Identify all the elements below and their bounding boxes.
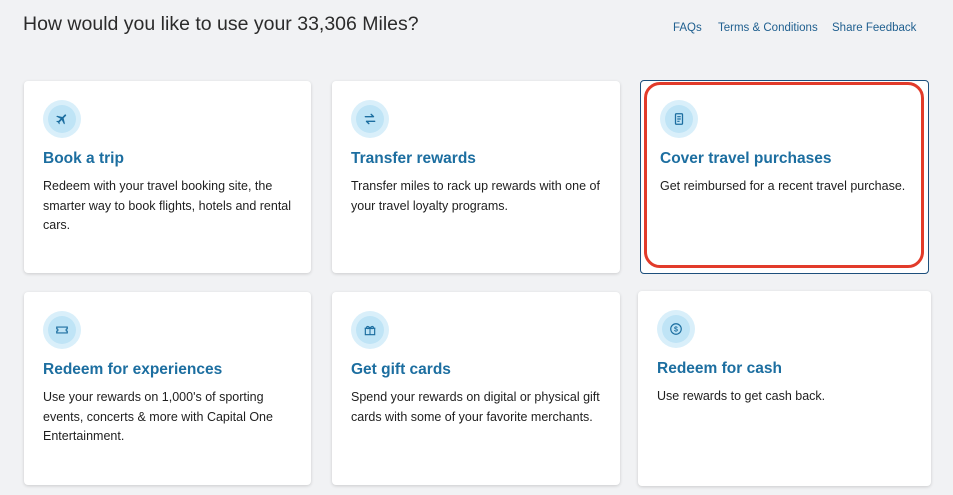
book-trip-card[interactable]: Book a trip Redeem with your travel book… <box>24 81 311 273</box>
card-description: Transfer miles to rack up rewards with o… <box>351 179 600 213</box>
share-feedback-link[interactable]: Share Feedback <box>832 22 916 34</box>
card-title: Get gift cards <box>351 361 451 378</box>
svg-text:$: $ <box>674 327 678 334</box>
redeem-experiences-card[interactable]: Redeem for experiences Use your rewards … <box>24 292 311 485</box>
transfer-arrows-icon <box>351 100 389 138</box>
card-description: Use your rewards on 1,000's of sporting … <box>43 390 273 443</box>
card-description: Use rewards to get cash back. <box>657 389 826 403</box>
card-title: Redeem for cash <box>657 360 782 377</box>
terms-conditions-link[interactable]: Terms & Conditions <box>718 22 818 34</box>
airplane-icon <box>43 100 81 138</box>
header-links: FAQs Terms & Conditions Share Feedback <box>0 22 953 38</box>
gift-icon <box>351 311 389 349</box>
card-title: Redeem for experiences <box>43 361 223 378</box>
card-title: Book a trip <box>43 150 124 167</box>
annotation-highlight <box>644 82 924 268</box>
card-description: Redeem with your travel booking site, th… <box>43 179 292 232</box>
redeem-cash-card[interactable]: $ Redeem for cash Use rewards to get cas… <box>638 291 931 486</box>
card-title: Transfer rewards <box>351 150 476 167</box>
transfer-rewards-card[interactable]: Transfer rewards Transfer miles to rack … <box>332 81 620 273</box>
dollar-coin-icon: $ <box>657 310 695 348</box>
ticket-icon <box>43 311 81 349</box>
gift-cards-card[interactable]: Get gift cards Spend your rewards on dig… <box>332 292 620 485</box>
faqs-link[interactable]: FAQs <box>673 22 702 34</box>
card-description: Spend your rewards on digital or physica… <box>351 390 600 424</box>
